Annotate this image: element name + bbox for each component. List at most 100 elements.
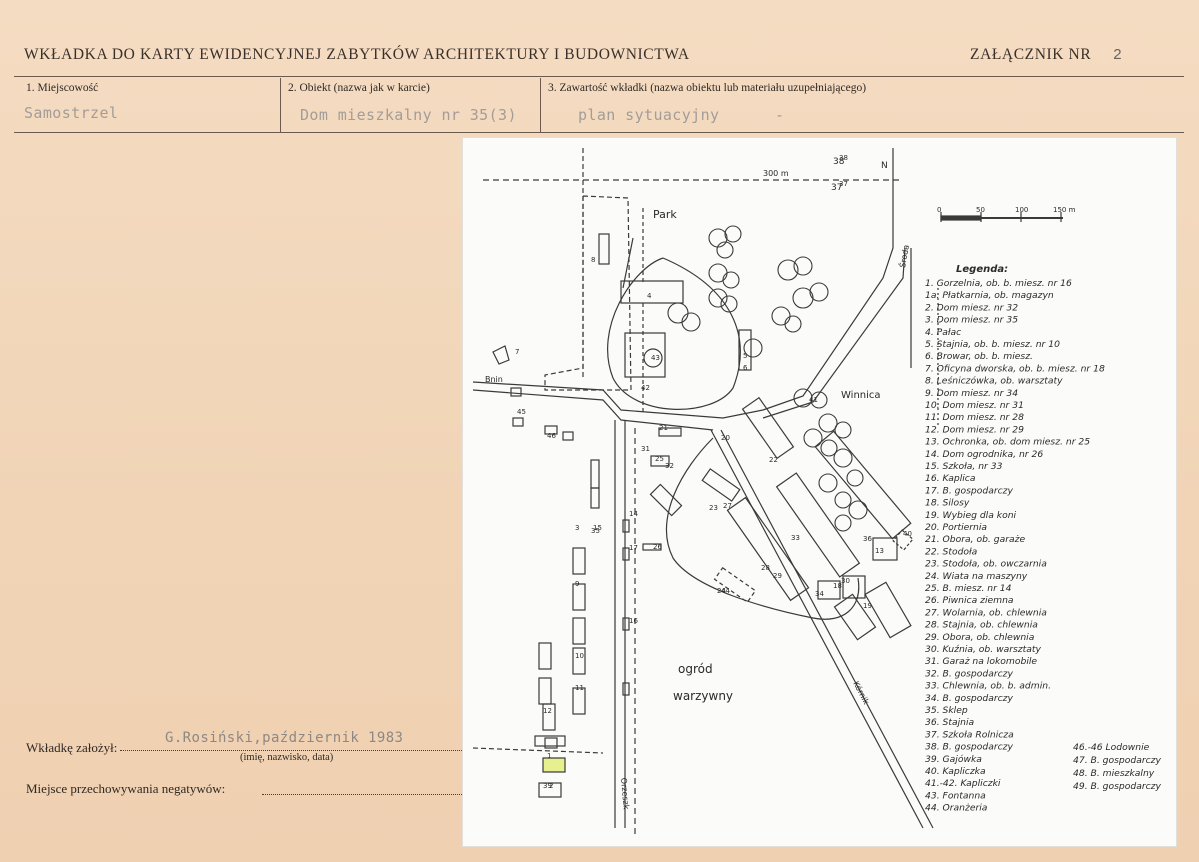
legend-entry: 38. B. gospodarczy [925, 742, 1013, 753]
building-number: 9 [575, 580, 579, 588]
building-number: 38 [839, 154, 848, 162]
legend-entry: 29. Obora, ob. chlewnia [925, 632, 1035, 643]
legend-entry: 31. Garaż na lokomobile [925, 656, 1037, 667]
scale-tick-0: 0 [937, 206, 941, 214]
place-value: Samostrzel [24, 104, 119, 122]
legend-entry: 32. B. gospodarczy [925, 668, 1013, 679]
road-southeast-label: Kórnik [851, 679, 872, 706]
building-number: 20 [721, 434, 730, 442]
legend-entry: 6. Browar, ob. b. miesz. [925, 351, 1033, 362]
palace-garden [607, 237, 741, 410]
legend-entry: 22. Stodoła [925, 546, 978, 557]
header-rule-bottom [14, 132, 1184, 133]
legend-entry-right: 47. B. gospodarczy [1073, 755, 1161, 766]
legend-entry: 17. B. gospodarczy [925, 485, 1013, 496]
legend-entry: 18. Silosy [925, 498, 970, 509]
legend-entry: 36. Stajnia [925, 717, 975, 728]
west-houses [492, 345, 600, 798]
legend-entry: 13. Ochronka, ob. dom miesz. nr 25 [925, 437, 1090, 448]
legend-entry: 41.-42. Kapliczki [925, 778, 1001, 789]
legend-entry: 39. Gajówka [925, 754, 982, 765]
site-plan-photo: Park Winnica ogród warzywny Bnin Środa O… [463, 138, 1176, 846]
building-number: 37 [839, 180, 848, 188]
legend-entry: 9. Dom miesz. nr 34 [925, 388, 1018, 399]
content-dash: - [775, 106, 785, 124]
road-east-label: Środa [896, 244, 911, 269]
header-rule-top [14, 76, 1184, 77]
place-label: 1. Miejscowość [26, 82, 99, 94]
park-trees [667, 225, 868, 532]
building-number: 42 [641, 384, 650, 392]
legend-entry: 3. Dom miesz. nr 35 [925, 315, 1018, 326]
building-number: 10 [575, 652, 584, 660]
road-southeast [710, 429, 924, 829]
building-number: 46 [547, 432, 556, 440]
legend-entry: 40. Kapliczka [925, 766, 986, 777]
building-number: 31 [641, 445, 650, 453]
annex-number: 2 [1113, 46, 1123, 63]
legend-entry: 43. Fontanna [925, 790, 986, 801]
legend-entry-right: 46.-46 Lodownie [1073, 742, 1150, 753]
north-label: N [881, 161, 888, 171]
scale-tick-100: 100 [1015, 206, 1028, 214]
legend-entry: 1a. Płatkarnia, ob. magazyn [925, 290, 1054, 301]
storage-dotted-line [262, 794, 462, 795]
ref-300-label: 300 m [763, 169, 789, 178]
building-number: 4 [647, 292, 652, 300]
building-number: 35 [591, 527, 600, 535]
legend-entry: 10. Dom miesz. nr 31 [925, 400, 1024, 411]
content-label: 3. Zawartość wkładki (nazwa obiektu lub … [548, 82, 867, 94]
legend-entry: 2. Dom miesz. nr 32 [925, 302, 1018, 313]
building-number: 43 [651, 354, 660, 362]
garden-label-1: ogród [678, 662, 713, 676]
founded-label: Wkładkę założył: [26, 740, 118, 755]
form-title: WKŁADKA DO KARTY EWIDENCYJNEJ ZABYTKÓW A… [24, 46, 690, 63]
field-divider-2 [540, 78, 541, 132]
building-number: 40 [903, 530, 912, 538]
building-number: 13 [875, 547, 884, 555]
legend-entry: 34. B. gospodarczy [925, 693, 1013, 704]
legend-entry: 23. Stodoła, ob. owczarnia [925, 559, 1047, 570]
building-number: 17 [629, 544, 638, 552]
object-value: Dom mieszkalny nr 35(3) [300, 106, 517, 124]
legend-entry: 21. Obora, ob. garaże [925, 534, 1025, 545]
legend-entry: 35. Sklep [925, 705, 968, 716]
building-number: 22 [769, 456, 778, 464]
legend-entry: 30. Kuźnia, ob. warsztaty [925, 644, 1041, 655]
building-number: 5 [743, 352, 747, 360]
building-number: 14 [629, 510, 638, 518]
legend-entry: 27. Wolarnia, ob. chlewnia [925, 607, 1047, 618]
building-number: 27 [723, 502, 732, 510]
legend-entry: 4. Pałac [925, 327, 961, 338]
founded-hint: (imię, nazwisko, data) [240, 752, 334, 763]
legend-entry: 20. Portiernia [925, 522, 987, 533]
building-number: 23 [709, 504, 718, 512]
legend-entry: 15. Szkoła, nr 33 [925, 461, 1003, 472]
legend-entry: 7. Oficyna dworska, ob. b. miesz. nr 18 [925, 363, 1105, 374]
road-west-label: Bnin [485, 375, 503, 384]
legend-entry-right: 49. B. gospodarczy [1073, 781, 1161, 792]
vineyard-label: Winnica [841, 390, 881, 401]
building-number: 45 [517, 408, 526, 416]
legend-entry: 8. Leśniczówka, ob. warsztaty [925, 376, 1063, 387]
content-value: plan sytuacyjny [578, 106, 720, 124]
garden-label-2: warzywny [673, 689, 733, 703]
building-number: 12 [543, 707, 552, 715]
building-number: 21 [659, 424, 668, 432]
legend-entry: 16. Kaplica [925, 473, 976, 484]
legend-entry: 19. Wybieg dla koni [925, 510, 1017, 521]
park-label: Park [653, 208, 677, 221]
building-number: 39 [543, 782, 552, 790]
building-number: 11 [575, 684, 584, 692]
building-number: 6 [743, 364, 748, 372]
object-label: 2. Obiekt (nazwa jak w karcie) [288, 82, 430, 94]
legend-entry: 14. Dom ogrodnika, nr 26 [925, 449, 1043, 460]
building-number: 3 [575, 524, 579, 532]
annex-label: ZAŁĄCZNIK NR [970, 46, 1092, 63]
building-number: 30 [841, 577, 850, 585]
building-number: 8 [591, 256, 595, 264]
legend-entry: 24. Wiata na maszyny [925, 571, 1028, 582]
building-number: 36 [863, 535, 872, 543]
annex-number-field: ZAŁĄCZNIK NR 2 [970, 46, 1122, 64]
field-divider-1 [280, 78, 281, 132]
